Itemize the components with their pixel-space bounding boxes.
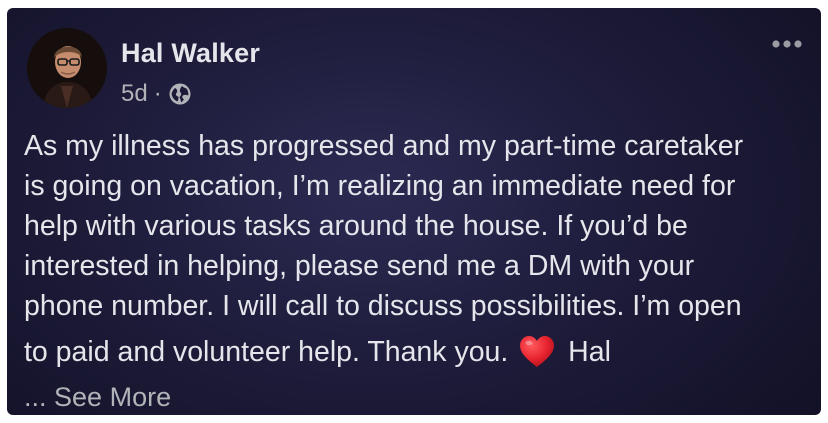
see-more-link[interactable]: See More <box>54 382 171 412</box>
post-card: Hal Walker 5d · As my illness has progre… <box>7 8 821 415</box>
avatar[interactable] <box>27 28 107 108</box>
post-text-line: interested in helping, please send me a … <box>24 250 695 282</box>
meta-separator: · <box>153 80 162 107</box>
see-more: ... See More <box>24 382 171 413</box>
post-text: As my illness has progressed and my part… <box>24 126 814 372</box>
more-horizontal-icon <box>772 40 802 48</box>
post-text-line: to paid and volunteer help. Thank you. H… <box>24 332 814 372</box>
post-text-line: is going on vacation, I’m realizing an i… <box>24 170 736 202</box>
author-name[interactable]: Hal Walker <box>121 38 260 69</box>
post-timestamp[interactable]: 5d <box>121 80 148 108</box>
post-text-line: phone number. I will call to discuss pos… <box>24 290 742 322</box>
post-text-line: As my illness has progressed and my part… <box>24 130 744 162</box>
ellipsis: ... <box>24 382 47 412</box>
red-heart-icon <box>518 334 556 370</box>
post-text-line: help with various tasks around the house… <box>24 210 688 242</box>
post-text-segment: Hal <box>568 336 611 368</box>
globe-icon[interactable] <box>168 82 192 106</box>
post-text-segment: to paid and volunteer help. Thank you. <box>24 336 509 368</box>
post-meta: 5d · <box>121 80 192 108</box>
more-options-button[interactable] <box>767 34 807 54</box>
avatar-photo <box>27 28 107 108</box>
